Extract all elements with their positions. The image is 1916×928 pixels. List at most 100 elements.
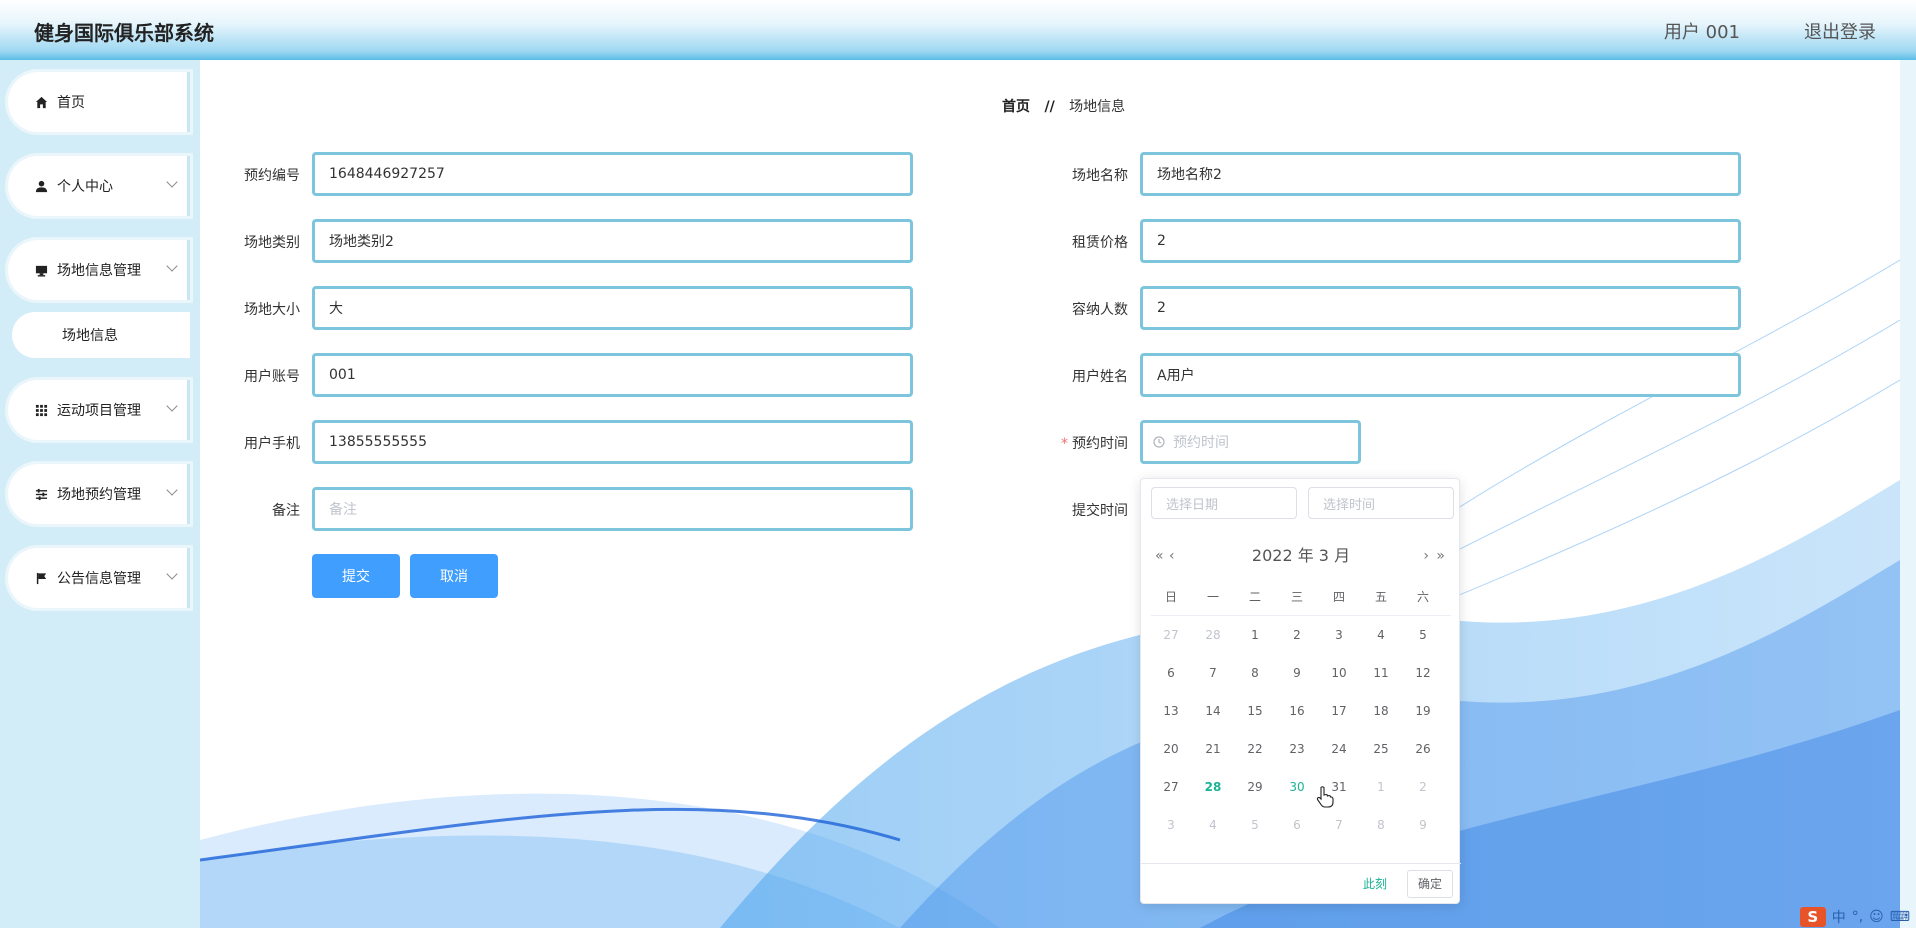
user-account-label: 用户账号 (244, 369, 300, 385)
calendar-day[interactable]: 1 (1361, 772, 1401, 802)
calendar-day[interactable]: 19 (1403, 696, 1443, 726)
calendar-day[interactable]: 23 (1277, 734, 1317, 764)
calendar-day[interactable]: 8 (1235, 658, 1275, 688)
calendar-day[interactable]: 11 (1361, 658, 1401, 688)
calendar-day[interactable]: 20 (1151, 734, 1191, 764)
calendar-day[interactable]: 28 (1193, 620, 1233, 650)
calendar-day[interactable]: 1 (1235, 620, 1275, 650)
calendar-day[interactable]: 4 (1361, 620, 1401, 650)
sidebar-item-venue-management[interactable]: 场地信息管理 (8, 240, 190, 300)
calendar-day[interactable]: 2 (1403, 772, 1443, 802)
next-year-icon[interactable]: » (1436, 541, 1445, 571)
picker-divider (1151, 615, 1451, 616)
picker-footer: 此刻 确定 (1141, 863, 1461, 903)
calendar-day[interactable]: 5 (1235, 810, 1275, 840)
emoji-icon: ☺ (1869, 909, 1884, 925)
booking-time-label: * 预约时间 (1038, 433, 1128, 453)
calendar-day[interactable]: 28 (1193, 772, 1233, 802)
hand-cursor-icon (1316, 786, 1334, 808)
calendar-day[interactable]: 29 (1235, 772, 1275, 802)
chevron-down-icon (166, 484, 178, 496)
user-name-label: 用户姓名 (1072, 369, 1128, 385)
calendar-day[interactable]: 2 (1277, 620, 1317, 650)
ime-toolbar[interactable]: S 中 °, ☺ ⌨ (1799, 906, 1916, 928)
calendar-day[interactable]: 17 (1319, 696, 1359, 726)
calendar-day[interactable]: 21 (1193, 734, 1233, 764)
calendar-day[interactable]: 7 (1319, 810, 1359, 840)
calendar-day[interactable]: 4 (1193, 810, 1233, 840)
sidebar-item-label: 首页 (57, 95, 85, 111)
sidebar-item-announcement-management[interactable]: 公告信息管理 (8, 548, 190, 608)
user-account-field[interactable]: 001 (312, 353, 913, 397)
venue-type-field[interactable]: 场地类别2 (312, 219, 913, 263)
calendar-day[interactable]: 15 (1235, 696, 1275, 726)
sidebar-subitem-venue-info[interactable]: 场地信息 (12, 312, 190, 358)
calendar-day[interactable]: 5 (1403, 620, 1443, 650)
sidebar-item-reservation-management[interactable]: 场地预约管理 (8, 464, 190, 524)
sidebar-item-sports-management[interactable]: 运动项目管理 (8, 380, 190, 440)
calendar-day[interactable]: 26 (1403, 734, 1443, 764)
booking-no-field[interactable]: 1648446927257 (312, 152, 913, 196)
sidebar-item-label: 个人中心 (57, 179, 113, 195)
rental-price-label: 租赁价格 (1072, 235, 1128, 251)
chevron-down-icon (166, 400, 178, 412)
sidebar-item-home[interactable]: 首页 (8, 72, 190, 132)
rental-price-field[interactable]: 2 (1140, 219, 1741, 263)
datetime-picker: 选择日期 选择时间 « ‹ 2022 年 3 月 › » 日一二三四五六 27 2… (1140, 478, 1461, 904)
submit-time-label: 提交时间 (1072, 503, 1128, 519)
venue-size-field[interactable]: 大 (312, 286, 913, 330)
booking-no-label: 预约编号 (244, 168, 300, 184)
venue-name-label: 场地名称 (1072, 168, 1128, 184)
current-user: 用户 001 (1663, 22, 1740, 43)
venue-name-field[interactable]: 场地名称2 (1140, 152, 1741, 196)
keyboard-icon: ⌨ (1889, 909, 1910, 925)
calendar-day[interactable]: 30 (1277, 772, 1317, 802)
remark-field[interactable]: 备注 (312, 487, 913, 531)
breadcrumb-home[interactable]: 首页 (1002, 99, 1030, 115)
user-phone-field[interactable]: 13855555555 (312, 420, 913, 464)
calendar-day[interactable]: 24 (1319, 734, 1359, 764)
calendar-day[interactable]: 16 (1277, 696, 1317, 726)
calendar-day[interactable]: 6 (1277, 810, 1317, 840)
calendar-day[interactable]: 14 (1193, 696, 1233, 726)
calendar-day[interactable]: 9 (1403, 810, 1443, 840)
confirm-button[interactable]: 确定 (1407, 870, 1453, 898)
monitor-icon (34, 263, 48, 277)
booking-time-field[interactable]: 预约时间 (1140, 420, 1361, 464)
venue-size-label: 场地大小 (244, 302, 300, 318)
picker-month-header[interactable]: 2022 年 3 月 (1141, 541, 1461, 571)
breadcrumb-separator: // (1044, 99, 1055, 115)
cancel-button[interactable]: 取消 (410, 554, 498, 598)
submit-button[interactable]: 提交 (312, 554, 400, 598)
venue-type-label: 场地类别 (244, 235, 300, 251)
next-month-icon[interactable]: › (1423, 541, 1429, 571)
picker-time-input[interactable]: 选择时间 (1308, 487, 1454, 519)
calendar-day[interactable]: 13 (1151, 696, 1191, 726)
sidebar-item-personal-center[interactable]: 个人中心 (8, 156, 190, 216)
calendar-day[interactable]: 3 (1151, 810, 1191, 840)
calendar-day[interactable]: 12 (1403, 658, 1443, 688)
weekday-header: 日 (1164, 590, 1177, 604)
user-name-field[interactable]: A用户 (1140, 353, 1741, 397)
calendar-day[interactable]: 9 (1277, 658, 1317, 688)
calendar-day[interactable]: 27 (1151, 620, 1191, 650)
weekday-header: 五 (1374, 590, 1387, 604)
sidebar-item-label: 公告信息管理 (57, 571, 141, 587)
calendar-day[interactable]: 18 (1361, 696, 1401, 726)
calendar-day[interactable]: 8 (1361, 810, 1401, 840)
calendar-day[interactable]: 3 (1319, 620, 1359, 650)
calendar-day[interactable]: 7 (1193, 658, 1233, 688)
calendar-day[interactable]: 6 (1151, 658, 1191, 688)
calendar-day[interactable]: 22 (1235, 734, 1275, 764)
logout-link[interactable]: 退出登录 (1804, 18, 1876, 44)
calendar-day[interactable]: 27 (1151, 772, 1191, 802)
picker-date-input[interactable]: 选择日期 (1151, 487, 1297, 519)
now-button[interactable]: 此刻 (1363, 875, 1387, 892)
required-marker: * (1061, 436, 1068, 452)
calendar-day[interactable]: 10 (1319, 658, 1359, 688)
sidebar-item-label: 场地预约管理 (57, 487, 141, 503)
capacity-field[interactable]: 2 (1140, 286, 1741, 330)
sidebar-subitem-label: 场地信息 (62, 328, 118, 344)
grid-icon (34, 403, 48, 417)
calendar-day[interactable]: 25 (1361, 734, 1401, 764)
